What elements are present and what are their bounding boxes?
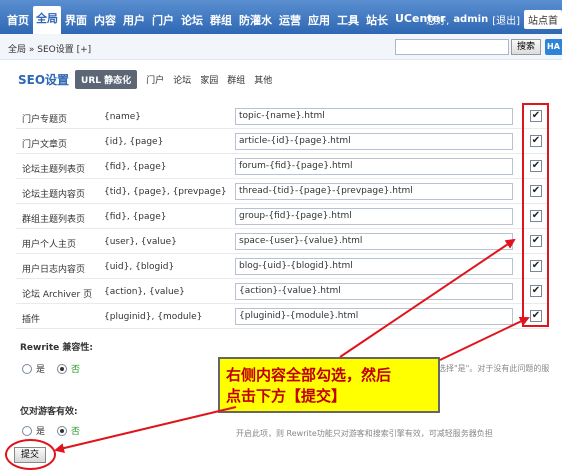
page-variables: {uid}, {blogid} [104,262,175,272]
table-row: 用户日志内容页 {uid}, {blogid} blog-{uid}-{blogid… [16,254,549,279]
guest-yes-radio[interactable] [22,425,32,436]
nav-item-0[interactable]: 首页 [4,10,32,34]
table-row: 用户个人主页 {user}, {value} space-{user}-{value… [16,229,549,254]
add-shortcut-link[interactable]: [+] [77,45,92,55]
subtab-2[interactable]: 论坛 [173,73,191,86]
subtab-3[interactable]: 家园 [200,73,218,86]
page-variables: {pluginid}, {module} [104,312,203,322]
rewrite-yes-label: 是 [36,365,46,375]
rewrite-rule-input[interactable]: topic-{name}.html [235,108,513,125]
logout-link[interactable]: [退出] [492,12,520,27]
nav-item-12[interactable]: 站长 [363,10,391,34]
guest-tip: 开启此项，则 Rewrite功能只对游客和搜索引擎有效，可减轻服务器负担 [236,429,493,438]
table-row: 论坛主题列表页 {fid}, {page} forum-{fid}-{page}.h… [16,154,549,179]
page-variables: {fid}, {page} [104,162,167,172]
guest-yes-label: 是 [36,427,46,437]
page-variables: {fid}, {page} [104,212,167,222]
seo-subtabs: SEO设置 URL 静态化 门户 论坛 家园 群组 其他 [18,70,281,89]
guest-no-label: 否 [71,427,81,437]
page-variables: {tid}, {page}, {prevpage} [104,187,227,197]
greeting: 您好, [426,16,450,27]
user-area: 您好, admin [退出] 站点首 [426,10,562,29]
page-variables: {user}, {value} [104,237,177,247]
nav-item-10[interactable]: 应用 [305,10,333,34]
rewrite-rule-input[interactable]: group-{fid}-{page}.html [235,208,513,225]
page-name: 论坛主题内容页 [22,190,86,200]
rewrite-rule-input[interactable]: {pluginid}-{module}.html [235,308,513,325]
subtab-4[interactable]: 群组 [227,73,245,86]
page-name: 论坛主题列表页 [22,165,86,175]
nav-item-8[interactable]: 防灌水 [236,10,275,34]
rewrite-rule-input[interactable]: thread-{tid}-{page}-{prevpage}.html [235,183,513,200]
nav-item-4[interactable]: 用户 [120,10,148,34]
guest-only-title: 仅对游客有效: [20,407,78,417]
nav-item-7[interactable]: 群组 [207,10,235,34]
nav-item-1[interactable]: 全局 [33,6,61,34]
search-button[interactable]: 搜索 [511,39,541,55]
nav-item-6[interactable]: 论坛 [178,10,206,34]
breadcrumb-bar: 全局 » SEO设置 [+] 搜索 HA [0,34,562,60]
page-variables: {action}, {value} [104,287,185,297]
nav-item-2[interactable]: 界面 [62,10,90,34]
rewrite-rule-input[interactable]: space-{user}-{value}.html [235,233,513,250]
page-name: 用户日志内容页 [22,265,86,275]
rewrite-rule-input[interactable]: forum-{fid}-{page}.html [235,158,513,175]
rewrite-compat-title: Rewrite 兼容性: [20,343,94,353]
rewrite-yes-radio[interactable] [22,363,32,374]
rewrite-rule-input[interactable]: {action}-{value}.html [235,283,513,300]
page-variables: {name} [104,112,141,122]
rewrite-rule-input[interactable]: blog-{uid}-{blogid}.html [235,258,513,275]
rewrite-rule-input[interactable]: article-{id}-{page}.html [235,133,513,150]
table-row: 论坛 Archiver 页 {action}, {value} {action}-{… [16,279,549,304]
username: admin [453,14,489,25]
rewrite-compat-radios: 是 否 [22,362,92,375]
rewrite-tip: 选择"是"。对于没有此问题的服 [438,364,550,373]
main-nav: 首页 全局 界面 内容 用户 门户 论坛 群组 防灌水 运营 应用 工具 站长 UCenter [4,6,449,34]
annotation-checkbox-highlight [522,103,549,327]
nav-item-9[interactable]: 运营 [276,10,304,34]
url-rule-table: 门户专题页 {name} topic-{name}.html ✔ 门户文章页 {id}, … [16,104,549,329]
page-name: 门户文章页 [22,140,68,150]
table-row: 群组主题列表页 {fid}, {page} group-{fid}-{page}.h… [16,204,549,229]
top-nav: 首页 全局 界面 内容 用户 门户 论坛 群组 防灌水 运营 应用 工具 站长 UCenter 您好, a… [0,0,562,34]
table-row: 门户文章页 {id}, {page} article-{id}-{page}.htm… [16,129,549,154]
breadcrumb: 全局 » SEO设置 [+] [8,42,91,55]
subtab-1[interactable]: 门户 [146,73,164,86]
table-row: 论坛主题内容页 {tid}, {page}, {prevpage} thread-{… [16,179,549,204]
nav-item-3[interactable]: 内容 [91,10,119,34]
page-name: 用户个人主页 [22,240,77,250]
search-input[interactable] [395,39,509,55]
site-home-shortcut[interactable]: 站点首 [524,10,562,29]
table-row: 插件 {pluginid}, {module} {pluginid}-{module… [16,304,549,329]
rewrite-no-label: 否 [71,365,81,375]
breadcrumb-text: 全局 » SEO设置 [8,45,74,55]
guest-only-radios: 是 否 [22,424,92,437]
nav-item-5[interactable]: 门户 [149,10,177,34]
callout-line-1: 右侧内容全部勾选，然后 [226,366,392,384]
page-name: 论坛 Archiver 页 [22,290,93,300]
annotation-submit-circle [5,439,56,470]
page-name: 插件 [22,315,41,325]
nav-item-11[interactable]: 工具 [334,10,362,34]
callout-line-2: 点击下方【提交】 [226,387,347,405]
table-row: 门户专题页 {name} topic-{name}.html ✔ [16,104,549,129]
section-title: SEO设置 [18,73,70,87]
subtab-5[interactable]: 其他 [254,73,272,86]
page-variables: {id}, {page} [104,137,164,147]
subtab-0[interactable]: URL 静态化 [75,70,138,89]
page-name: 群组主题列表页 [22,215,86,225]
annotation-callout: 右侧内容全部勾选，然后 点击下方【提交】 [218,357,440,413]
rewrite-no-radio[interactable] [57,363,68,374]
page-name: 门户专题页 [22,115,68,125]
help-button[interactable]: HA [545,39,562,55]
guest-no-radio[interactable] [57,425,68,436]
